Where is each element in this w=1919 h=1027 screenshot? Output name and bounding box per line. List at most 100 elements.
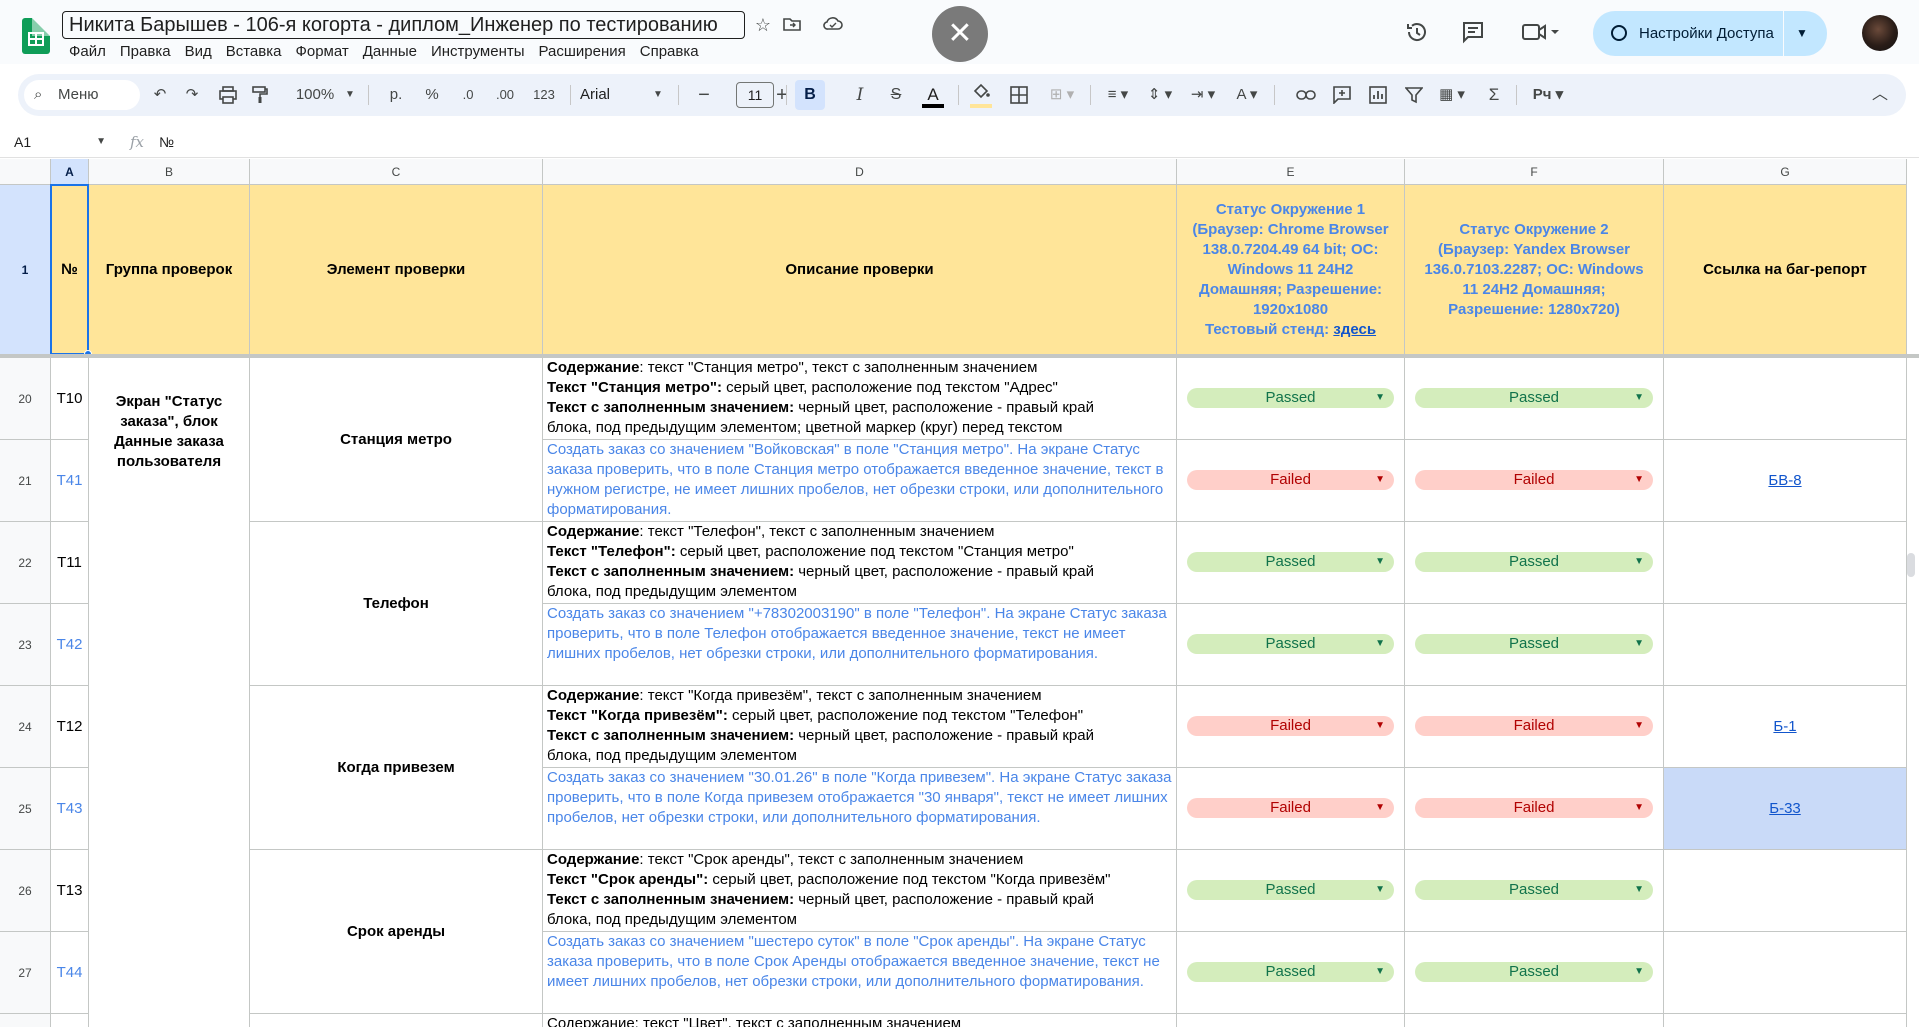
status-chip[interactable]: Failed ▼ (1415, 798, 1653, 818)
menu-insert[interactable]: Вставка (219, 42, 289, 62)
header-cell-env2-status[interactable]: Статус Окружение 2 (Браузер: Yandex Brows… (1405, 185, 1664, 355)
name-box-dropdown-icon[interactable]: ▼ (96, 130, 106, 154)
element-cell[interactable]: Срок аренды (250, 850, 543, 1014)
formula-input[interactable]: № (159, 130, 174, 154)
bug-report-cell[interactable]: Б-1 (1664, 686, 1907, 768)
italic-button[interactable]: I (848, 74, 872, 116)
element-cell[interactable]: Когда привезем (250, 686, 543, 850)
chevron-down-icon[interactable]: ▼ (1375, 962, 1385, 982)
description-cell[interactable]: Содержание: текст "Когда привезём", текс… (543, 686, 1177, 768)
description-cell[interactable]: Создать заказ со значением "30.01.26" в … (543, 768, 1177, 850)
row-header-21[interactable]: 21 (0, 440, 51, 522)
fill-color-icon[interactable] (968, 74, 994, 116)
status-chip[interactable]: Failed ▼ (1415, 716, 1653, 736)
id-cell[interactable]: T43 (51, 768, 89, 850)
name-box[interactable]: A1 ▼ (14, 130, 110, 154)
column-header-d[interactable]: D (543, 159, 1177, 185)
chevron-down-icon[interactable]: ▼ (1634, 552, 1644, 572)
horizontal-align-icon[interactable]: ≡ ▾ (1100, 74, 1136, 116)
column-header-f[interactable]: F (1405, 159, 1664, 185)
status-chip[interactable]: Passed ▼ (1415, 880, 1653, 900)
bold-button[interactable]: B (795, 80, 825, 110)
cell-partial[interactable] (1405, 1014, 1664, 1027)
id-cell-partial[interactable] (51, 1014, 89, 1027)
header-cell-group[interactable]: Группа проверок (89, 185, 250, 355)
id-cell[interactable]: T12 (51, 686, 89, 768)
chevron-down-icon[interactable]: ▼ (1634, 880, 1644, 900)
status-chip[interactable]: Failed ▼ (1415, 470, 1653, 490)
chevron-down-icon[interactable]: ▼ (1375, 880, 1385, 900)
description-cell[interactable]: Содержание: текст "Станция метро", текст… (543, 358, 1177, 440)
env1-status-cell[interactable]: Passed ▼ (1177, 932, 1405, 1014)
status-chip[interactable]: Passed ▼ (1415, 552, 1653, 572)
font-size-input[interactable]: 11 (736, 82, 774, 108)
filter-icon[interactable] (1402, 74, 1426, 116)
camera-icon[interactable] (1521, 20, 1561, 48)
id-cell[interactable]: T10 (51, 358, 89, 440)
chevron-down-icon[interactable]: ▼ (1375, 388, 1385, 408)
paint-format-icon[interactable] (248, 74, 272, 116)
merge-cells-icon[interactable]: ⊞ ▾ (1044, 74, 1080, 116)
row-header-20[interactable]: 20 (0, 358, 51, 440)
bug-report-link[interactable]: Б-33 (1769, 799, 1801, 819)
id-cell[interactable]: T41 (51, 440, 89, 522)
env1-status-cell[interactable]: Failed ▼ (1177, 440, 1405, 522)
percent-format-button[interactable]: % (420, 74, 444, 116)
menu-extensions[interactable]: Расширения (532, 42, 633, 62)
increase-decimal-button[interactable]: .00 (490, 74, 520, 116)
env1-status-cell[interactable]: Failed ▼ (1177, 768, 1405, 850)
chevron-down-icon[interactable]: ▼ (1375, 798, 1385, 818)
text-wrap-icon[interactable]: ⇥ ▾ (1184, 74, 1222, 116)
currency-format-button[interactable]: р. (384, 74, 408, 116)
status-chip[interactable]: Failed ▼ (1187, 798, 1394, 818)
env1-status-cell[interactable]: Passed ▼ (1177, 522, 1405, 604)
vertical-align-icon[interactable]: ⇕ ▾ (1142, 74, 1178, 116)
status-chip[interactable]: Passed ▼ (1187, 388, 1394, 408)
menu-edit[interactable]: Правка (113, 42, 178, 62)
env2-status-cell[interactable]: Passed ▼ (1405, 522, 1664, 604)
env2-status-cell[interactable]: Passed ▼ (1405, 604, 1664, 686)
description-cell-partial[interactable]: Содержание: текст "Цвет", текст с заполн… (543, 1014, 1177, 1027)
status-chip[interactable]: Passed ▼ (1187, 962, 1394, 982)
menu-format[interactable]: Формат (288, 42, 355, 62)
menu-search-input[interactable]: ⌕ Меню (24, 80, 140, 110)
close-overlay-button[interactable]: ✕ (932, 6, 988, 62)
share-dropdown-icon[interactable]: ▼ (1796, 11, 1808, 56)
chart-icon[interactable] (1366, 74, 1390, 116)
column-header-e[interactable]: E (1177, 159, 1405, 185)
bug-report-link[interactable]: Б-1 (1773, 717, 1796, 737)
env1-status-cell[interactable]: Passed ▼ (1177, 604, 1405, 686)
bug-report-cell[interactable]: Б-33 (1664, 768, 1907, 850)
env2-status-cell[interactable]: Passed ▼ (1405, 358, 1664, 440)
env1-status-cell[interactable]: Passed ▼ (1177, 358, 1405, 440)
status-chip[interactable]: Passed ▼ (1187, 552, 1394, 572)
menu-help[interactable]: Справка (633, 42, 706, 62)
select-all-corner[interactable] (0, 159, 51, 185)
bug-report-cell[interactable] (1664, 604, 1907, 686)
id-cell[interactable]: T42 (51, 604, 89, 686)
id-cell[interactable]: T13 (51, 850, 89, 932)
zoom-dropdown-icon[interactable]: ▼ (344, 74, 356, 116)
status-chip[interactable]: Passed ▼ (1187, 880, 1394, 900)
chevron-down-icon[interactable]: ▼ (1634, 962, 1644, 982)
row-header-1[interactable]: 1 (0, 185, 51, 355)
cell-partial[interactable] (1177, 1014, 1405, 1027)
header-cell-description[interactable]: Описание проверки (543, 185, 1177, 355)
zoom-select[interactable]: 100% (290, 74, 340, 116)
undo-icon[interactable]: ↶ (148, 74, 172, 116)
filter-views-icon[interactable]: ▦ ▾ (1432, 74, 1472, 116)
row-header-23[interactable]: 23 (0, 604, 51, 686)
env2-status-cell[interactable]: Passed ▼ (1405, 932, 1664, 1014)
borders-icon[interactable] (1006, 74, 1032, 116)
print-icon[interactable] (216, 74, 240, 116)
redo-icon[interactable]: ↷ (180, 74, 204, 116)
text-color-button[interactable]: A (920, 74, 946, 116)
env2-status-cell[interactable]: Passed ▼ (1405, 850, 1664, 932)
env2-status-cell[interactable]: Failed ▼ (1405, 686, 1664, 768)
star-icon[interactable]: ☆ (752, 14, 774, 36)
menu-data[interactable]: Данные (356, 42, 424, 62)
status-chip[interactable]: Passed ▼ (1415, 634, 1653, 654)
row-header-27[interactable]: 27 (0, 932, 51, 1014)
sheets-logo-icon[interactable] (22, 18, 50, 54)
document-title[interactable]: Никита Барышев - 106-я когорта - диплом_… (62, 11, 745, 39)
